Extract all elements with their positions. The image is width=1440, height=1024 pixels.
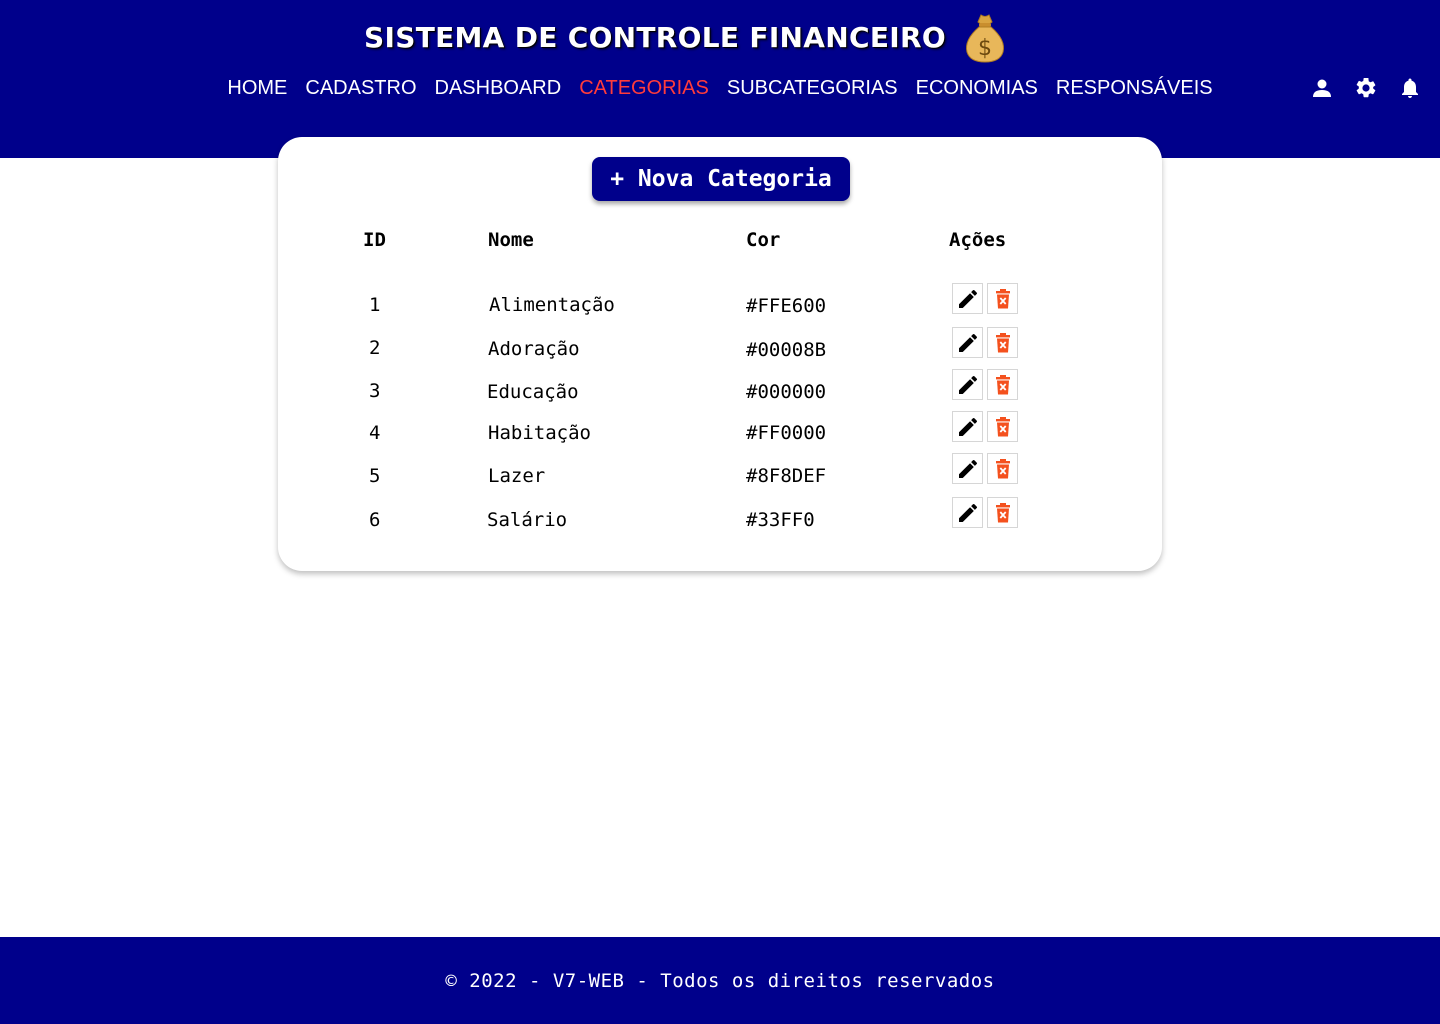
cell-id: 4 — [369, 422, 381, 444]
nav-subcategorias[interactable]: SUBCATEGORIAS — [718, 74, 907, 102]
cell-id: 6 — [369, 509, 381, 531]
delete-trash-icon — [995, 332, 1010, 352]
gear-icon[interactable] — [1354, 76, 1378, 100]
cell-cor: #FFE600 — [746, 295, 827, 317]
edit-button[interactable] — [952, 453, 983, 484]
cell-id: 2 — [369, 337, 381, 359]
delete-trash-icon — [995, 288, 1010, 308]
delete-button[interactable] — [987, 283, 1018, 314]
app-title: SISTEMA DE CONTROLE FINANCEIRO — [364, 20, 946, 54]
cell-cor: #8F8DEF — [746, 465, 827, 487]
cell-cor: #000000 — [746, 381, 827, 403]
cell-cor: #00008B — [746, 339, 827, 361]
svg-text:$: $ — [978, 36, 992, 61]
user-icon[interactable] — [1310, 76, 1334, 100]
header-actions — [1310, 76, 1422, 100]
cell-nome: Habitação — [488, 422, 591, 444]
new-category-button[interactable]: + Nova Categoria — [592, 157, 850, 201]
nav-home[interactable]: HOME — [218, 74, 296, 102]
edit-pencil-icon — [958, 503, 977, 522]
cell-nome: Educação — [487, 381, 579, 403]
bell-icon[interactable] — [1398, 76, 1422, 100]
categories-card: + Nova Categoria ID Nome Cor Ações 1 Ali… — [278, 137, 1162, 571]
cell-cor: #33FF0 — [746, 509, 815, 531]
money-bag-icon: $ — [965, 14, 1004, 63]
column-header-id: ID — [363, 229, 386, 251]
nav-cadastro[interactable]: CADASTRO — [296, 74, 425, 102]
cell-id: 5 — [369, 465, 381, 487]
delete-button[interactable] — [987, 411, 1018, 442]
brand: SISTEMA DE CONTROLE FINANCEIRO $ — [0, 10, 1376, 64]
column-header-acoes: Ações — [949, 229, 1007, 251]
edit-pencil-icon — [958, 289, 977, 308]
main-nav: HOME CADASTRO DASHBOARD CATEGORIAS SUBCA… — [0, 74, 1440, 102]
edit-pencil-icon — [958, 417, 977, 436]
delete-trash-icon — [995, 458, 1010, 478]
cell-nome: Alimentação — [489, 294, 615, 316]
cell-id: 3 — [369, 380, 381, 402]
edit-button[interactable] — [952, 369, 983, 400]
edit-button[interactable] — [952, 327, 983, 358]
nav-categorias[interactable]: CATEGORIAS — [570, 74, 718, 102]
delete-button[interactable] — [987, 497, 1018, 528]
cell-nome: Adoração — [488, 338, 580, 360]
edit-button[interactable] — [952, 283, 983, 314]
nav-dashboard[interactable]: DASHBOARD — [426, 74, 571, 102]
delete-button[interactable] — [987, 327, 1018, 358]
column-header-cor: Cor — [746, 229, 781, 251]
edit-pencil-icon — [958, 333, 977, 352]
edit-pencil-icon — [958, 459, 977, 478]
top-header: SISTEMA DE CONTROLE FINANCEIRO $ HOME CA… — [0, 0, 1440, 158]
nav-responsaveis[interactable]: RESPONSÁVEIS — [1047, 74, 1222, 102]
cell-nome: Lazer — [488, 465, 546, 487]
cell-id: 1 — [369, 294, 381, 316]
edit-button[interactable] — [952, 411, 983, 442]
edit-button[interactable] — [952, 497, 983, 528]
page-footer: © 2022 - V7-WEB - Todos os direitos rese… — [0, 937, 1440, 1024]
column-header-nome: Nome — [488, 229, 534, 251]
copyright-text: © 2022 - V7-WEB - Todos os direitos rese… — [445, 969, 995, 992]
delete-button[interactable] — [987, 369, 1018, 400]
cell-nome: Salário — [487, 509, 568, 531]
edit-pencil-icon — [958, 375, 977, 394]
delete-button[interactable] — [987, 453, 1018, 484]
cell-cor: #FF0000 — [746, 422, 827, 444]
delete-trash-icon — [995, 502, 1010, 522]
delete-trash-icon — [995, 374, 1010, 394]
nav-economias[interactable]: ECONOMIAS — [907, 74, 1047, 102]
delete-trash-icon — [995, 416, 1010, 436]
